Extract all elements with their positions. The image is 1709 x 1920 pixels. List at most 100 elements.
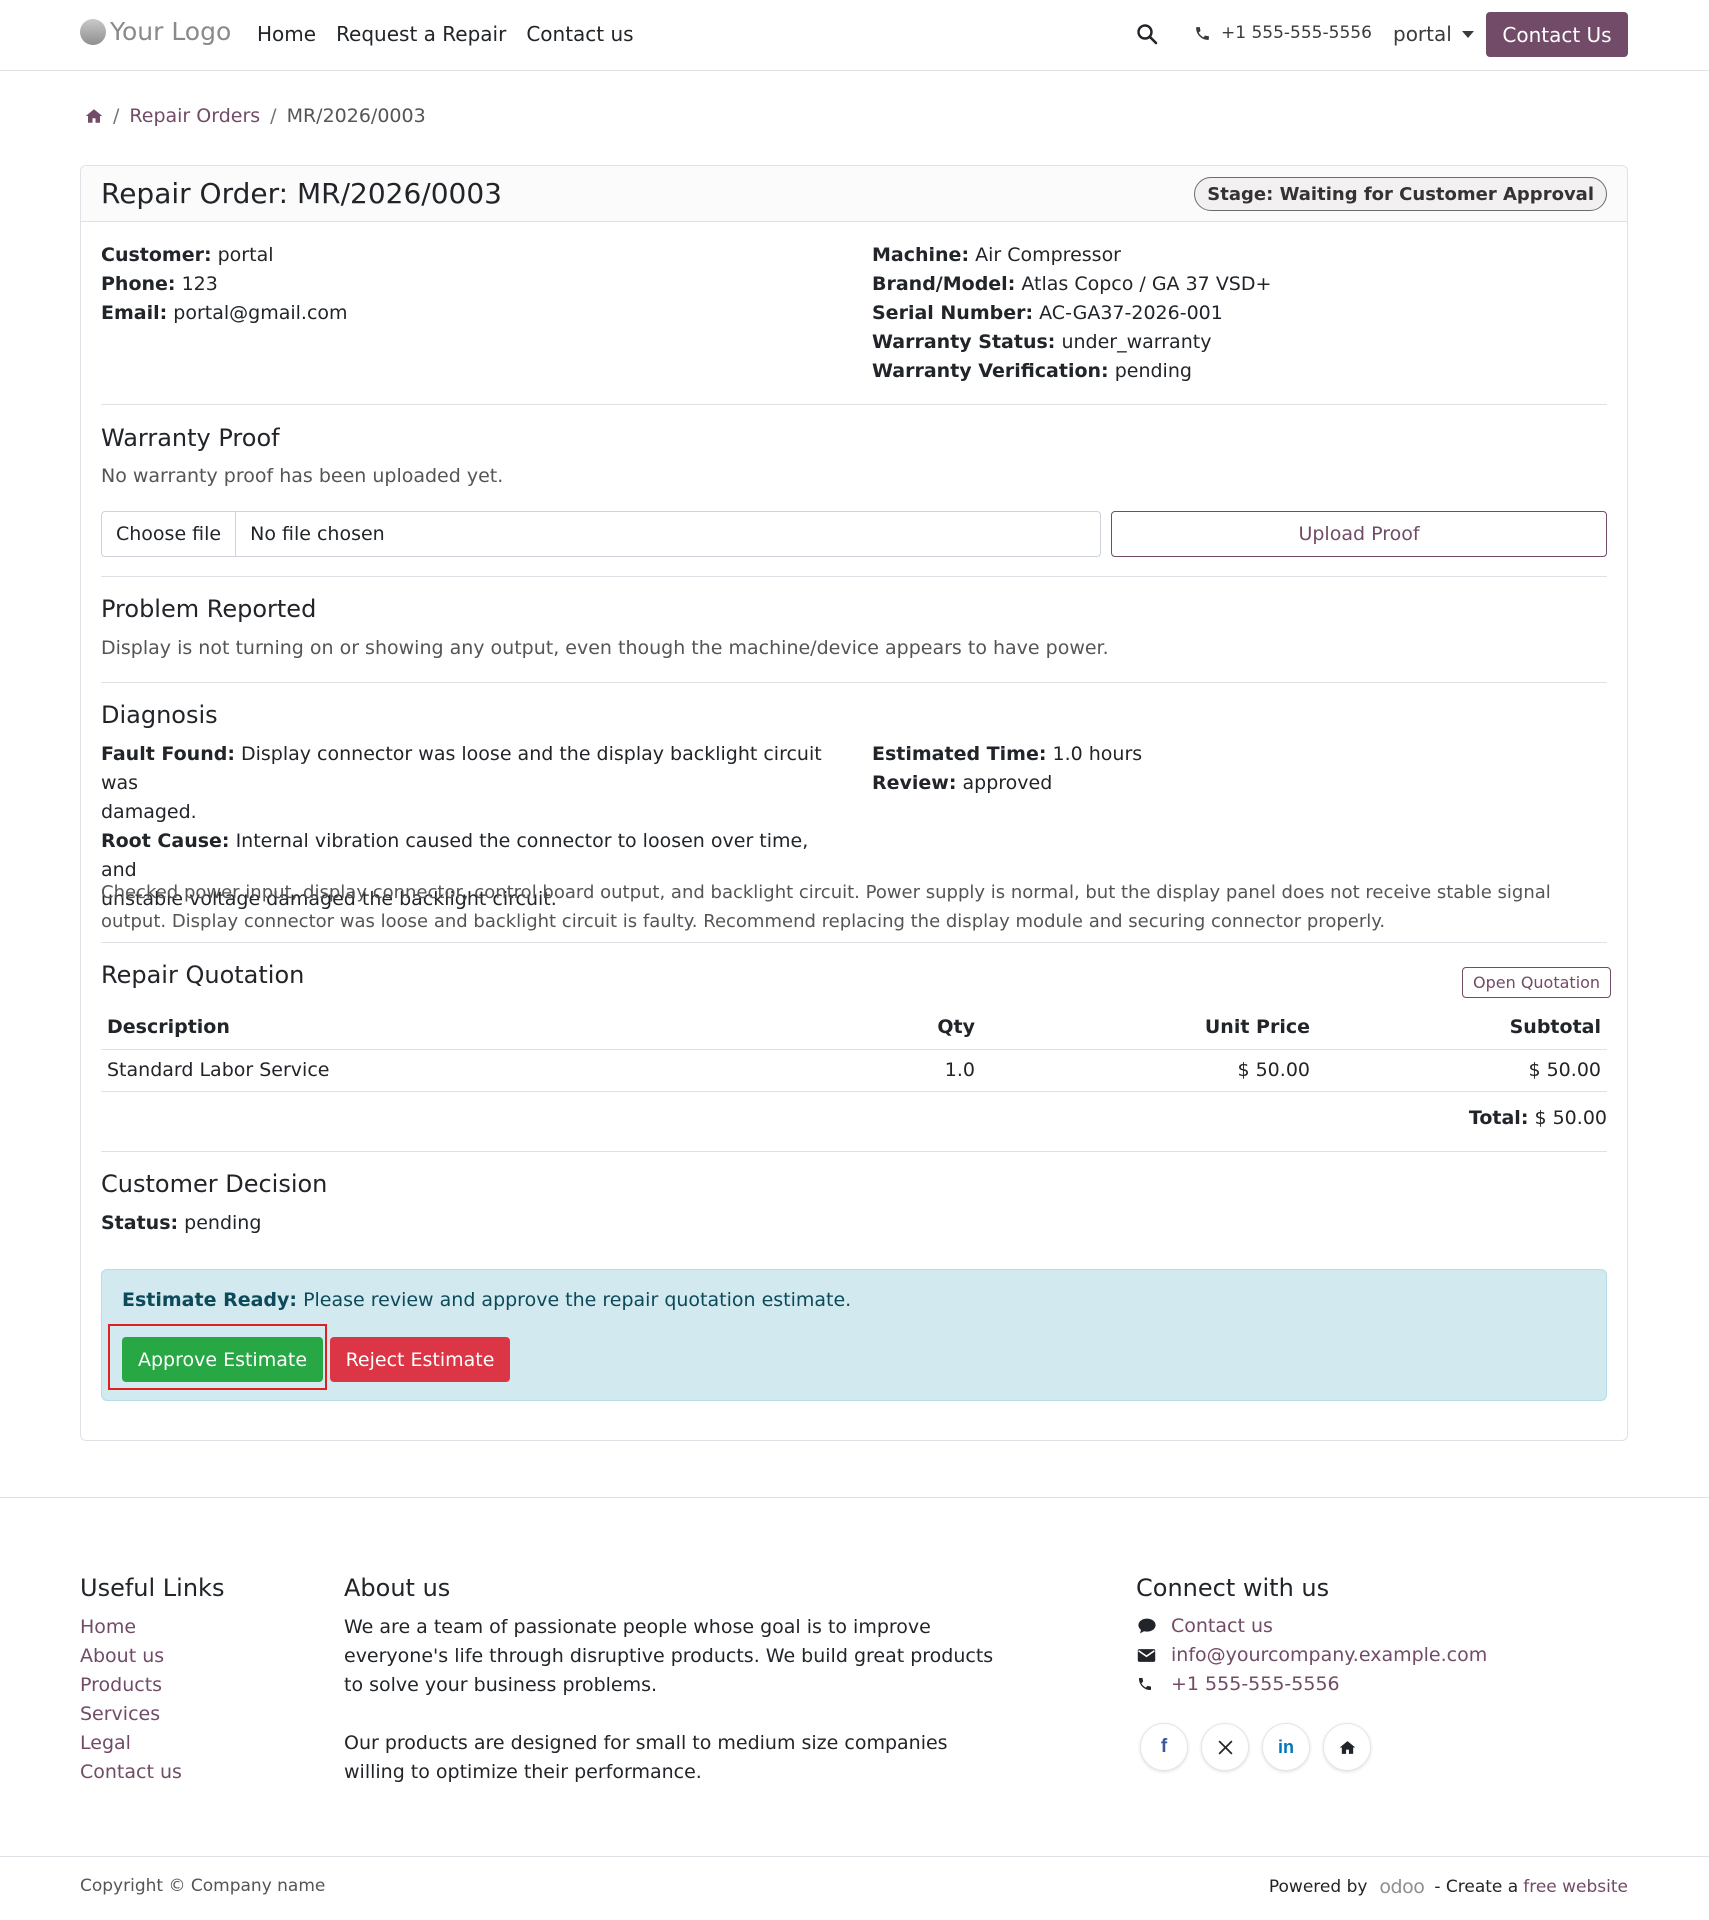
site-logo[interactable]: Your Logo: [80, 17, 231, 46]
breadcrumb-separator: /: [270, 105, 277, 127]
col-subtotal: Subtotal: [1316, 1006, 1607, 1050]
row-subtotal: $ 50.00: [1316, 1049, 1607, 1092]
approve-estimate-button[interactable]: Approve Estimate: [122, 1337, 323, 1382]
nav-request-repair[interactable]: Request a Repair: [336, 22, 506, 46]
table-header-row: Description Qty Unit Price Subtotal: [101, 1006, 1607, 1050]
col-unit-price: Unit Price: [981, 1006, 1316, 1050]
fault-found-line1: Fault Found: Display connector was loose…: [101, 740, 831, 798]
warranty-file-input[interactable]: Choose file No file chosen: [101, 511, 1101, 557]
nav-home[interactable]: Home: [257, 22, 316, 46]
about-text-5: willing to optimize their performance.: [344, 1761, 702, 1783]
warranty-status-label: Warranty Status:: [872, 331, 1056, 353]
logo-mark-icon: [80, 18, 106, 45]
phone-label: Phone:: [101, 273, 176, 295]
user-name: portal: [1393, 22, 1452, 46]
table-row: Standard Labor Service 1.0 $ 50.00 $ 50.…: [101, 1049, 1607, 1092]
decision-status: Status: pending: [101, 1209, 261, 1238]
footer-link-products[interactable]: Products: [80, 1671, 162, 1700]
contact-us-button[interactable]: Contact Us: [1486, 12, 1628, 57]
warranty-verification-value: pending: [1114, 360, 1192, 382]
logo-text: Your Logo: [110, 17, 232, 46]
free-website-link[interactable]: free website: [1523, 1877, 1628, 1897]
quotation-table: Description Qty Unit Price Subtotal Stan…: [101, 1006, 1607, 1092]
envelope-icon: [1137, 1648, 1167, 1663]
divider: [101, 404, 1607, 405]
search-icon[interactable]: [1135, 22, 1159, 46]
x-twitter-icon[interactable]: [1201, 1723, 1249, 1771]
copyright-divider: [0, 1856, 1709, 1857]
phone-icon: [1196, 26, 1209, 40]
breadcrumb-repair-orders[interactable]: Repair Orders: [129, 105, 260, 127]
decision-status-value: pending: [184, 1212, 262, 1234]
review-field: Review: approved: [872, 769, 1142, 798]
connect-title: Connect with us: [1136, 1574, 1330, 1602]
about-text-4: Our products are designed for small to m…: [344, 1732, 948, 1754]
warranty-status-value: under_warranty: [1061, 331, 1212, 353]
facebook-icon[interactable]: f: [1140, 1723, 1188, 1771]
decision-status-label: Status:: [101, 1212, 179, 1234]
email-label: Email:: [101, 302, 168, 324]
site-header: Your Logo Home Request a Repair Contact …: [0, 0, 1709, 71]
diagnosis-notes: Checked power input, display connector, …: [101, 878, 1611, 936]
home-icon[interactable]: [85, 108, 103, 124]
footer-link-legal[interactable]: Legal: [80, 1729, 131, 1758]
comment-icon: [1137, 1617, 1167, 1635]
header-phone[interactable]: +1 555-555-5556: [1194, 23, 1372, 43]
odoo-logo[interactable]: odoo: [1379, 1876, 1424, 1898]
estimate-alert-text: Estimate Ready: Please review and approv…: [122, 1289, 851, 1311]
upload-proof-button[interactable]: Upload Proof: [1111, 511, 1607, 557]
choose-file-button[interactable]: Choose file: [102, 512, 237, 556]
serial-value: AC-GA37-2026-001: [1039, 302, 1223, 324]
about-text-2: everyone's life through disruptive produ…: [344, 1645, 994, 1667]
user-menu[interactable]: portal: [1393, 22, 1474, 46]
open-quotation-button[interactable]: Open Quotation: [1462, 967, 1612, 998]
footer-link-about[interactable]: About us: [80, 1642, 164, 1671]
customer-field: Customer: portal: [101, 241, 274, 270]
chevron-down-icon: [1461, 30, 1474, 38]
divider: [101, 1151, 1607, 1152]
machine-field: Machine: Air Compressor: [872, 241, 1121, 270]
divider: [101, 576, 1607, 577]
connect-email[interactable]: info@yourcompany.example.com: [1137, 1644, 1487, 1666]
footer-link-services[interactable]: Services: [80, 1700, 160, 1729]
brand-model-label: Brand/Model:: [872, 273, 1016, 295]
breadcrumb-current: MR/2026/0003: [286, 105, 426, 127]
connect-contact[interactable]: Contact us: [1137, 1615, 1273, 1637]
copyright-text: Copyright © Company name: [80, 1876, 326, 1896]
diagnosis-notes-line1: Checked power input, display connector, …: [101, 882, 1551, 903]
fault-found-text2: damaged.: [101, 801, 197, 823]
root-cause-line1: Root Cause: Internal vibration caused th…: [101, 827, 831, 885]
footer-link-contact[interactable]: Contact us: [80, 1758, 182, 1787]
row-qty: 1.0: [801, 1049, 981, 1092]
brand-model-field: Brand/Model: Atlas Copco / GA 37 VSD+: [872, 270, 1271, 299]
breadcrumb: / Repair Orders / MR/2026/0003: [85, 105, 426, 127]
fault-found-label: Fault Found:: [101, 743, 235, 765]
reject-estimate-button[interactable]: Reject Estimate: [330, 1337, 510, 1382]
create-label: - Create a: [1434, 1877, 1519, 1897]
nav-contact[interactable]: Contact us: [526, 22, 633, 46]
estimate-alert-label: Estimate Ready:: [122, 1289, 298, 1311]
phone-value: 123: [181, 273, 218, 295]
customer-value: portal: [217, 244, 274, 266]
home-icon[interactable]: [1323, 1723, 1371, 1771]
phone-field: Phone: 123: [101, 270, 218, 299]
row-unit-price: $ 50.00: [981, 1049, 1316, 1092]
warranty-status-field: Warranty Status: under_warranty: [872, 328, 1211, 357]
warranty-proof-note: No warranty proof has been uploaded yet.: [101, 465, 504, 487]
estimate-alert: Estimate Ready: Please review and approv…: [101, 1269, 1607, 1401]
card-header: Repair Order: MR/2026/0003 Stage: Waitin…: [81, 166, 1627, 222]
about-title: About us: [344, 1574, 451, 1602]
estimated-time-label: Estimated Time:: [872, 743, 1047, 765]
estimated-time-value: 1.0 hours: [1052, 743, 1143, 765]
col-description: Description: [101, 1006, 801, 1050]
connect-phone[interactable]: +1 555-555-5556: [1137, 1673, 1340, 1695]
linkedin-icon[interactable]: in: [1262, 1723, 1310, 1771]
estimated-time-field: Estimated Time: 1.0 hours: [872, 740, 1142, 769]
connect-contact-text: Contact us: [1171, 1615, 1273, 1637]
decision-title: Customer Decision: [101, 1170, 328, 1198]
divider: [101, 942, 1607, 943]
problem-text: Display is not turning on or showing any…: [101, 637, 1109, 659]
footer-link-home[interactable]: Home: [80, 1613, 136, 1642]
row-description: Standard Labor Service: [101, 1049, 801, 1092]
problem-title: Problem Reported: [101, 595, 317, 623]
